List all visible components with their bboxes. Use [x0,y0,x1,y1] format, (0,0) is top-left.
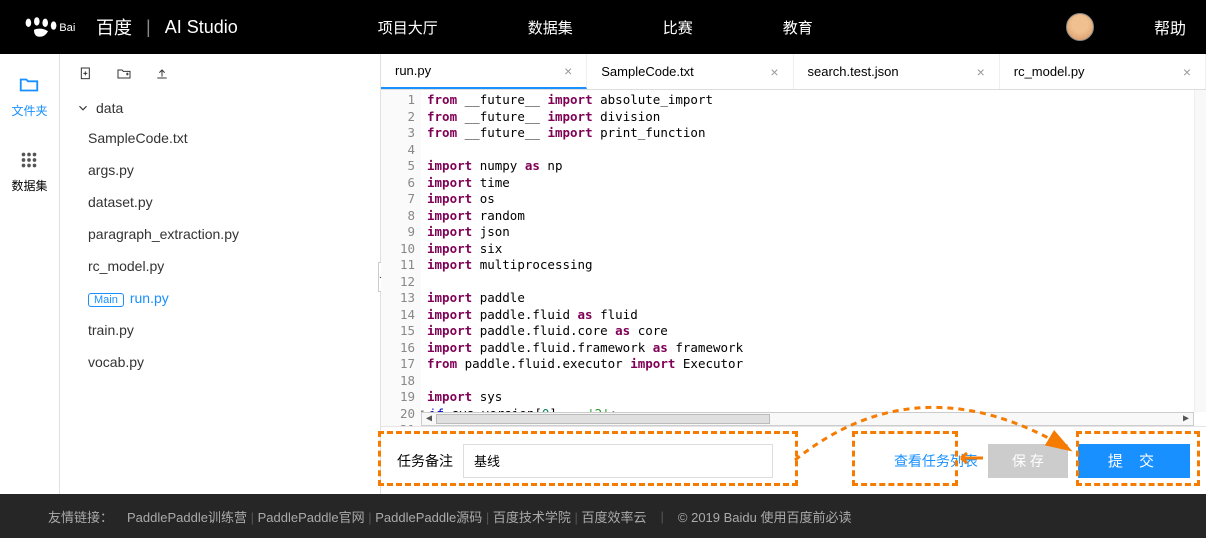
footer-link[interactable]: PaddlePaddle官网 [258,510,365,525]
folder-data[interactable]: data [72,94,368,122]
new-folder-icon[interactable] [116,66,132,82]
tab-close-icon[interactable]: × [564,63,572,79]
vertical-scrollbar[interactable] [1194,90,1206,412]
footer-label: 友情链接： [48,507,113,526]
top-nav: Bai 百度 | AI Studio 项目大厅 数据集 比赛 教育 帮助 [0,0,1206,54]
file-row[interactable]: train.py [72,314,368,346]
file-tree: data SampleCode.txt args.py dataset.py para… [60,90,380,390]
tab-close-icon[interactable]: × [770,64,778,80]
file-label: vocab.py [88,354,144,370]
nav-competitions[interactable]: 比赛 [663,17,693,38]
file-row[interactable]: SampleCode.txt [72,122,368,154]
nav-help[interactable]: 帮助 [1154,15,1186,39]
file-label: paragraph_extraction.py [88,226,239,242]
file-row[interactable]: vocab.py [72,346,368,378]
editor-tab[interactable]: search.test.json × [794,54,1000,89]
file-label: rc_model.py [88,258,164,274]
main-badge: Main [88,293,124,307]
file-row[interactable]: paragraph_extraction.py [72,218,368,250]
task-remark-input[interactable] [463,444,773,478]
view-tasks-link[interactable]: 查看任务列表 [894,451,978,471]
footer-link[interactable]: 百度技术学院 [493,510,571,525]
file-label: run.py [130,290,169,306]
task-bar: 任务备注 查看任务列表 保 存 提 交 [381,426,1206,494]
left-rail: 文件夹 数据集 [0,54,60,494]
upload-icon[interactable] [154,66,170,82]
file-label: train.py [88,322,134,338]
new-file-icon[interactable] [78,66,94,82]
editor-tab[interactable]: SampleCode.txt × [587,54,793,89]
editor-tab[interactable]: run.py × [381,54,587,89]
nav-projects[interactable]: 项目大厅 [378,17,438,38]
dataset-icon [18,149,40,171]
chevron-down-icon [76,101,90,115]
svg-text:Bai: Bai [59,22,75,34]
horizontal-scrollbar[interactable]: ◀ ▶ [421,412,1194,426]
file-row[interactable]: rc_model.py [72,250,368,282]
folder-icon [18,74,40,96]
scroll-thumb[interactable] [436,414,770,424]
rail-files[interactable]: 文件夹 [11,74,47,119]
code-editor[interactable]: 123456789101112131415161718192021222324 … [381,90,1206,426]
scroll-track[interactable] [436,413,1179,425]
footer-link[interactable]: PaddlePaddle训练营 [127,510,247,525]
brand-primary: 百度 [96,14,132,40]
file-label: SampleCode.txt [88,130,188,146]
footer-copyright: © 2019 Baidu 使用百度前必读 [678,507,852,526]
file-row[interactable]: dataset.py [72,186,368,218]
footer-link[interactable]: PaddlePaddle源码 [375,510,482,525]
file-row-main[interactable]: Main run.py [72,282,368,314]
tab-label: SampleCode.txt [601,64,694,79]
save-button[interactable]: 保 存 [988,444,1068,478]
rail-datasets[interactable]: 数据集 [11,149,47,194]
file-label: args.py [88,162,134,178]
file-toolbar [60,54,380,90]
scroll-left-arrow[interactable]: ◀ [422,412,436,425]
file-label: dataset.py [88,194,153,210]
brand-secondary: AI Studio [165,17,238,38]
file-panel: data SampleCode.txt args.py dataset.py para… [60,54,380,494]
brand-separator: | [146,17,151,38]
submit-button[interactable]: 提 交 [1078,444,1190,478]
nav-datasets[interactable]: 数据集 [528,17,573,38]
editor-area: run.py×SampleCode.txt×search.test.json×r… [380,54,1206,494]
rail-datasets-label: 数据集 [11,177,47,194]
task-remark-label: 任务备注 [397,451,453,471]
rail-files-label: 文件夹 [11,102,47,119]
tab-close-icon[interactable]: × [977,64,985,80]
avatar[interactable] [1066,13,1094,41]
footer: 友情链接： PaddlePaddle训练营 | PaddlePaddle官网 |… [0,494,1206,538]
nav-education[interactable]: 教育 [783,17,813,38]
baidu-logo-icon: Bai [20,15,90,39]
file-row[interactable]: args.py [72,154,368,186]
scroll-right-arrow[interactable]: ▶ [1179,412,1193,425]
tab-label: run.py [395,63,431,78]
folder-label: data [96,100,123,116]
code-content[interactable]: from __future__ import absolute_importfr… [421,90,1206,426]
editor-tabs: run.py×SampleCode.txt×search.test.json×r… [381,54,1206,90]
editor-tab[interactable]: rc_model.py × [1000,54,1206,89]
tab-close-icon[interactable]: × [1183,64,1191,80]
logo[interactable]: Bai 百度 | AI Studio [20,14,238,40]
main-nav: 项目大厅 数据集 比赛 教育 [378,17,813,38]
tab-label: search.test.json [808,64,899,79]
line-gutter: 123456789101112131415161718192021222324 [381,90,421,426]
footer-link[interactable]: 百度效率云 [582,510,647,525]
tab-label: rc_model.py [1014,64,1085,79]
